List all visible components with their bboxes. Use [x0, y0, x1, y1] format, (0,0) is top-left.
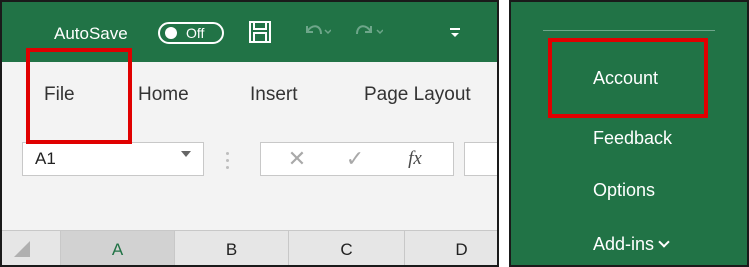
menu-divider: [543, 30, 715, 31]
tab-home[interactable]: Home: [138, 84, 189, 106]
formula-bar: A1 ✕ ✓ fx: [2, 130, 497, 230]
menu-item-feedback[interactable]: Feedback: [593, 128, 672, 149]
chevron-down-icon[interactable]: [181, 151, 191, 157]
select-all-icon[interactable]: [14, 241, 30, 257]
account-highlight-box: [548, 38, 708, 118]
formula-input[interactable]: [464, 142, 497, 176]
file-highlight-box: [26, 48, 132, 144]
backstage-menu-crop: Account Feedback Options Add-ins: [509, 0, 749, 267]
menu-item-add-ins-label: Add-ins: [593, 234, 655, 254]
tab-page-layout[interactable]: Page Layout: [364, 84, 471, 106]
autosave-toggle[interactable]: Off: [158, 22, 224, 44]
save-icon[interactable]: [244, 16, 276, 48]
cancel-icon[interactable]: ✕: [267, 143, 327, 175]
chevron-down-icon: [658, 236, 670, 248]
formula-buttons: ✕ ✓ fx: [260, 142, 454, 176]
redo-icon[interactable]: [352, 16, 384, 48]
column-header-a[interactable]: A: [60, 231, 174, 265]
resize-handle-icon[interactable]: [226, 150, 230, 170]
column-header-c[interactable]: C: [288, 231, 404, 265]
name-box[interactable]: A1: [22, 142, 204, 176]
column-header-b[interactable]: B: [174, 231, 288, 265]
name-box-value: A1: [35, 149, 56, 168]
menu-item-options[interactable]: Options: [593, 180, 655, 201]
autosave-label: AutoSave: [54, 24, 128, 43]
menu-item-add-ins[interactable]: Add-ins: [593, 234, 670, 255]
toggle-knob: [165, 27, 177, 39]
enter-icon[interactable]: ✓: [325, 143, 385, 175]
undo-icon[interactable]: [300, 16, 332, 48]
column-headers: A B C D: [2, 230, 497, 265]
autosave-state: Off: [186, 25, 205, 41]
insert-function-button[interactable]: fx: [385, 143, 445, 175]
tab-insert[interactable]: Insert: [250, 84, 298, 106]
excel-ribbon-crop: AutoSave Off File Home Insert Page Layou…: [0, 0, 499, 267]
column-header-d[interactable]: D: [404, 231, 497, 265]
customize-qat-icon[interactable]: [439, 16, 471, 48]
